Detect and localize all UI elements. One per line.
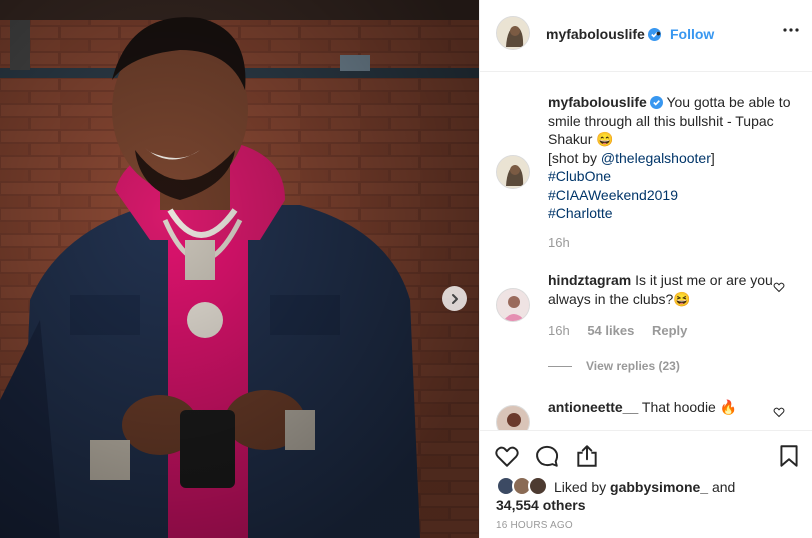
hashtag-link[interactable]: #ClubOne — [548, 168, 611, 184]
follow-button[interactable]: Follow — [670, 26, 714, 42]
more-options-icon[interactable] — [783, 28, 799, 32]
share-icon[interactable] — [574, 443, 600, 469]
liker-avatar — [528, 476, 548, 496]
hashtag-link[interactable]: #Charlotte — [548, 205, 613, 221]
header-separator: • — [656, 25, 661, 41]
heart-icon[interactable] — [494, 443, 520, 469]
comment-avatar[interactable] — [496, 405, 530, 430]
avatar-image — [497, 289, 529, 321]
liked-by-middle: and — [708, 479, 736, 495]
view-replies-line — [548, 366, 572, 368]
comment-username[interactable]: antioneette__ — [548, 399, 638, 415]
liked-by-prefix: Liked by — [554, 479, 611, 495]
comment-time[interactable]: 16h — [548, 323, 570, 338]
reply-button[interactable]: Reply — [652, 323, 687, 338]
comment-likes[interactable]: 54 likes — [587, 323, 634, 338]
shot-by-prefix: [shot by — [548, 149, 601, 166]
next-photo-button[interactable] — [442, 286, 467, 311]
view-replies-label[interactable]: View replies (23) — [586, 359, 680, 373]
comment-text: hindztagram Is it just me or are you alw… — [548, 271, 798, 308]
author-username-text[interactable]: myfabolouslife — [546, 26, 645, 42]
comment-text: antioneette__ That hoodie 🔥 — [548, 398, 798, 417]
post-actions: Liked by gabbysimone_ and 34,554 others … — [480, 430, 812, 538]
shot-by-mention[interactable]: @thelegalshooter — [601, 150, 711, 166]
comment-body: That hoodie 🔥 — [641, 399, 738, 415]
caption-avatar[interactable] — [496, 155, 530, 189]
avatar-image — [497, 17, 529, 49]
comments-section[interactable]: myfabolouslife You gotta be able to smil… — [480, 72, 812, 430]
liked-by-others[interactable]: 34,554 others — [496, 497, 586, 513]
caption-username[interactable]: myfabolouslife — [548, 94, 647, 110]
author-avatar[interactable] — [496, 16, 530, 50]
liked-by-user[interactable]: gabbysimone_ — [610, 479, 708, 495]
hashtag-link[interactable]: #CIAAWeekend2019 — [548, 187, 678, 203]
avatar-image — [497, 406, 529, 430]
comment-like-heart-icon[interactable] — [773, 406, 785, 418]
shot-by-suffix: ] — [710, 149, 715, 166]
comment-icon[interactable] — [534, 443, 560, 469]
photo-image — [0, 0, 479, 538]
post-photo[interactable] — [0, 0, 479, 538]
comment-avatar[interactable] — [496, 288, 530, 322]
post-header: myfabolouslife • Follow — [480, 0, 812, 72]
post-timestamp[interactable]: 16 HOURS AGO — [496, 520, 573, 531]
comment-like-heart-icon[interactable] — [773, 281, 785, 293]
post-side-panel: myfabolouslife • Follow myfabolouslife Y… — [479, 0, 812, 538]
avatar-image — [497, 156, 529, 188]
view-replies-button[interactable]: View replies (23) — [548, 359, 680, 373]
verified-badge-icon — [649, 96, 663, 109]
bookmark-icon[interactable] — [776, 443, 802, 469]
liked-by-avatars — [496, 476, 550, 496]
author-username[interactable]: myfabolouslife — [546, 26, 661, 42]
comment-meta: 16h 54 likes Reply — [548, 323, 701, 338]
chevron-right-icon — [451, 293, 458, 304]
caption-text: myfabolouslife You gotta be able to smil… — [548, 93, 798, 223]
likes-summary: Liked by gabbysimone_ and 34,554 others — [496, 476, 796, 514]
caption-meta: 16h — [548, 235, 584, 250]
comment-username[interactable]: hindztagram — [548, 272, 631, 288]
caption-time[interactable]: 16h — [548, 235, 570, 250]
